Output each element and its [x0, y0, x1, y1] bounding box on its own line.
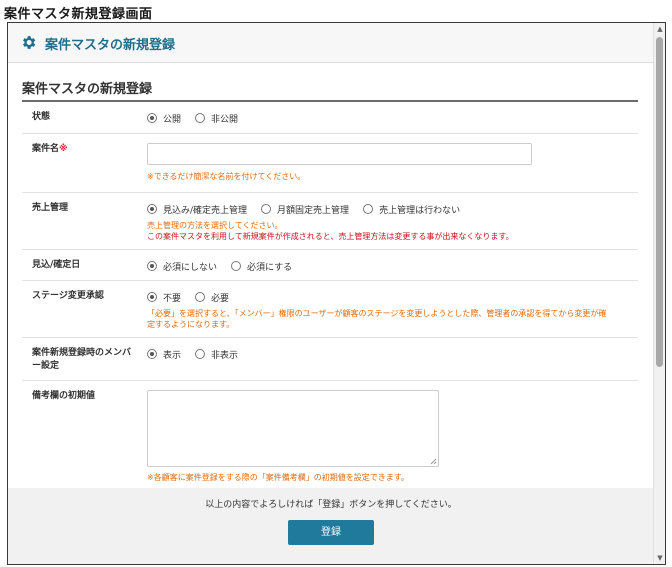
- main-frame: 案件マスタの新規登録 案件マスタの新規登録 状態 公開 非公開 案件名※ ※でき…: [7, 22, 666, 565]
- scroll-down-arrow-icon[interactable]: ▼: [654, 552, 665, 564]
- required-mark: ※: [59, 144, 68, 154]
- stage-approval-row: ステージ変更承認 不要 必要 「必要」を選択すると、「メンバー」権限のユーザーが…: [22, 281, 638, 338]
- stage-approval-hint-line1: 「必要」を選択すると、「メンバー」権限のユーザーが顧客のステージを変更しようとし…: [147, 309, 607, 318]
- radio-checked-icon[interactable]: [147, 204, 157, 214]
- remarks-textarea[interactable]: [147, 390, 439, 467]
- case-name-label: 案件名※: [32, 144, 68, 154]
- expected-date-row: 見込/確定日 必須にしない 必須にする: [22, 250, 638, 281]
- radio-unchecked-icon[interactable]: [195, 349, 206, 359]
- status-row: 状態 公開 非公開: [22, 102, 638, 134]
- sales-management-label: 売上管理: [32, 203, 69, 213]
- expected-date-option-optional[interactable]: 必須にしない: [147, 260, 217, 273]
- page-title: 案件マスタ新規登録画面: [4, 7, 153, 22]
- stage-approval-hint-line2: 定するようになります。: [147, 320, 235, 329]
- radio-checked-icon[interactable]: [147, 261, 157, 271]
- case-name-row: 案件名※ ※できるだけ簡潔な名前を付けてください。: [22, 134, 638, 193]
- stage-approval-option-unneeded[interactable]: 不要: [147, 291, 181, 304]
- sales-option-none[interactable]: 売上管理は行わない: [363, 203, 460, 216]
- new-registration-option-show[interactable]: 表示: [147, 348, 181, 361]
- sales-management-radio-group: 見込み/確定売上管理 月額固定売上管理 売上管理は行わない 売上管理の方法を選択…: [147, 202, 514, 242]
- footer-instruction: 以上の内容でよろしければ「登録」ボタンを押してください。: [205, 500, 457, 510]
- sales-management-warning: この案件マスタを利用して新規案件が作成されると、売上管理方法は変更する事が出来な…: [147, 232, 514, 241]
- panel-header-title: 案件マスタの新規登録: [45, 38, 176, 53]
- case-name-field-wrap: ※できるだけ簡潔な名前を付けてください。: [147, 143, 532, 182]
- expected-date-option-required[interactable]: 必須にする: [231, 260, 292, 273]
- expected-date-label: 見込/確定日: [32, 260, 81, 270]
- new-registration-radio-group: 表示 非表示: [147, 347, 238, 361]
- sales-management-hint: 売上管理の方法を選択してください。: [147, 221, 283, 230]
- case-name-hint: ※できるだけ簡潔な名前を付けてください。: [147, 172, 306, 181]
- radio-checked-icon[interactable]: [147, 292, 157, 302]
- status-option-private[interactable]: 非公開: [195, 112, 238, 125]
- new-registration-label: 案件新規登録時のメンバー設定: [32, 348, 132, 371]
- register-button[interactable]: 登録: [288, 520, 374, 545]
- radio-unchecked-icon[interactable]: [195, 113, 206, 123]
- remarks-field-wrap: ※各顧客に案件登録をする際の「案件備考欄」の初期値を設定できます。: [147, 390, 439, 483]
- new-registration-row: 案件新規登録時のメンバー設定 表示 非表示: [22, 338, 638, 381]
- vertical-scrollbar[interactable]: ▲ ▼: [653, 23, 665, 564]
- expected-date-radio-group: 必須にしない 必須にする: [147, 259, 292, 273]
- scroll-up-arrow-icon[interactable]: ▲: [654, 23, 665, 35]
- section-title: 案件マスタの新規登録: [22, 82, 153, 97]
- stage-approval-label: ステージ変更承認: [32, 291, 104, 301]
- panel-header: 案件マスタの新規登録: [8, 23, 654, 63]
- status-radio-group: 公開 非公開: [147, 111, 238, 125]
- radio-checked-icon[interactable]: [147, 113, 157, 123]
- scrollbar-thumb[interactable]: [656, 37, 663, 367]
- status-label: 状態: [32, 112, 51, 122]
- remarks-row: 備考欄の初期値 ※各顧客に案件登録をする際の「案件備考欄」の初期値を設定できます…: [22, 381, 638, 488]
- resize-grip-icon[interactable]: [430, 458, 437, 465]
- status-option-public[interactable]: 公開: [147, 112, 181, 125]
- case-name-input[interactable]: [147, 143, 532, 165]
- radio-unchecked-icon[interactable]: [195, 292, 206, 302]
- form-footer: 以上の内容でよろしければ「登録」ボタンを押してください。 登録: [8, 488, 654, 564]
- stage-approval-option-needed[interactable]: 必要: [195, 291, 229, 304]
- gear-icon: [23, 36, 36, 49]
- sales-management-row: 売上管理 見込み/確定売上管理 月額固定売上管理 売上管理は行わない 売上管理の…: [22, 193, 638, 250]
- radio-unchecked-icon[interactable]: [231, 261, 242, 271]
- sales-option-monthly[interactable]: 月額固定売上管理: [261, 203, 349, 216]
- radio-unchecked-icon[interactable]: [261, 204, 272, 214]
- radio-checked-icon[interactable]: [147, 349, 157, 359]
- new-registration-option-hide[interactable]: 非表示: [195, 348, 238, 361]
- remarks-label: 備考欄の初期値: [32, 391, 96, 401]
- radio-unchecked-icon[interactable]: [363, 204, 374, 214]
- status-option-label: 公開: [163, 114, 182, 125]
- remarks-hint: ※各顧客に案件登録をする際の「案件備考欄」の初期値を設定できます。: [147, 473, 409, 482]
- stage-approval-radio-group: 不要 必要 「必要」を選択すると、「メンバー」権限のユーザーが顧客のステージを変…: [147, 290, 637, 330]
- sales-option-forecast[interactable]: 見込み/確定売上管理: [147, 203, 247, 216]
- status-option-label: 非公開: [211, 114, 239, 125]
